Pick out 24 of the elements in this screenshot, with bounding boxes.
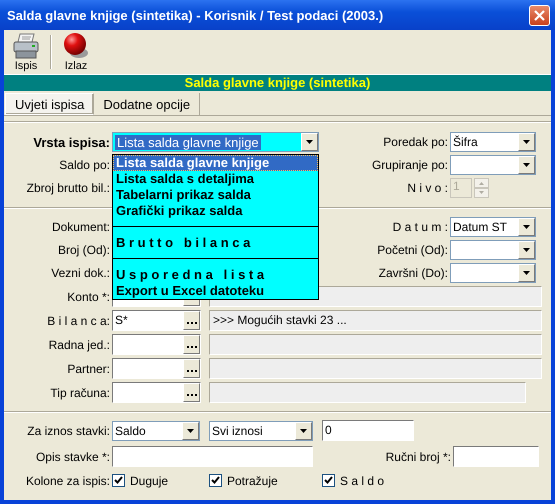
field-label: Kolone za ispis: — [24, 474, 110, 488]
field-label: Vezni dok.: — [50, 266, 110, 280]
field-label: Radna jed.: — [48, 338, 110, 352]
field-label: Opis stavke *: — [34, 450, 110, 464]
field-label: Saldo po: — [58, 158, 110, 172]
window-title: Salda glavne knjige (sintetika) - Korisnik / Test podaci (2003.) — [7, 8, 384, 22]
field-label: Zbroj brutto bil.: — [26, 181, 110, 195]
field-label: Početni (Od): — [376, 243, 448, 257]
field-label: N i v o : — [406, 181, 448, 195]
field-label: Završni (Do): — [378, 266, 448, 280]
field-label: D a t u m : — [392, 220, 448, 234]
field-label: Za iznos stavki: — [26, 424, 110, 438]
field-label: Grupiranje po: — [370, 158, 448, 172]
field-label: Tip računa: — [49, 386, 110, 400]
field-label: B i l a n c a: — [46, 314, 110, 328]
field-label: Broj (Od): — [56, 243, 110, 257]
info-field: >>> Mogućih stavki 23 ... — [209, 310, 542, 331]
field-label: Partner: — [66, 362, 110, 376]
field-label: Konto *: — [66, 290, 110, 304]
field-label: Dokument: — [50, 220, 110, 234]
field-label: Poredak po: — [382, 135, 448, 149]
field-label: Ručni broj *: — [384, 450, 451, 464]
field-label: Vrsta ispisa: — [32, 134, 110, 150]
form-header: Salda glavne knjige (sintetika) — [4, 75, 551, 91]
